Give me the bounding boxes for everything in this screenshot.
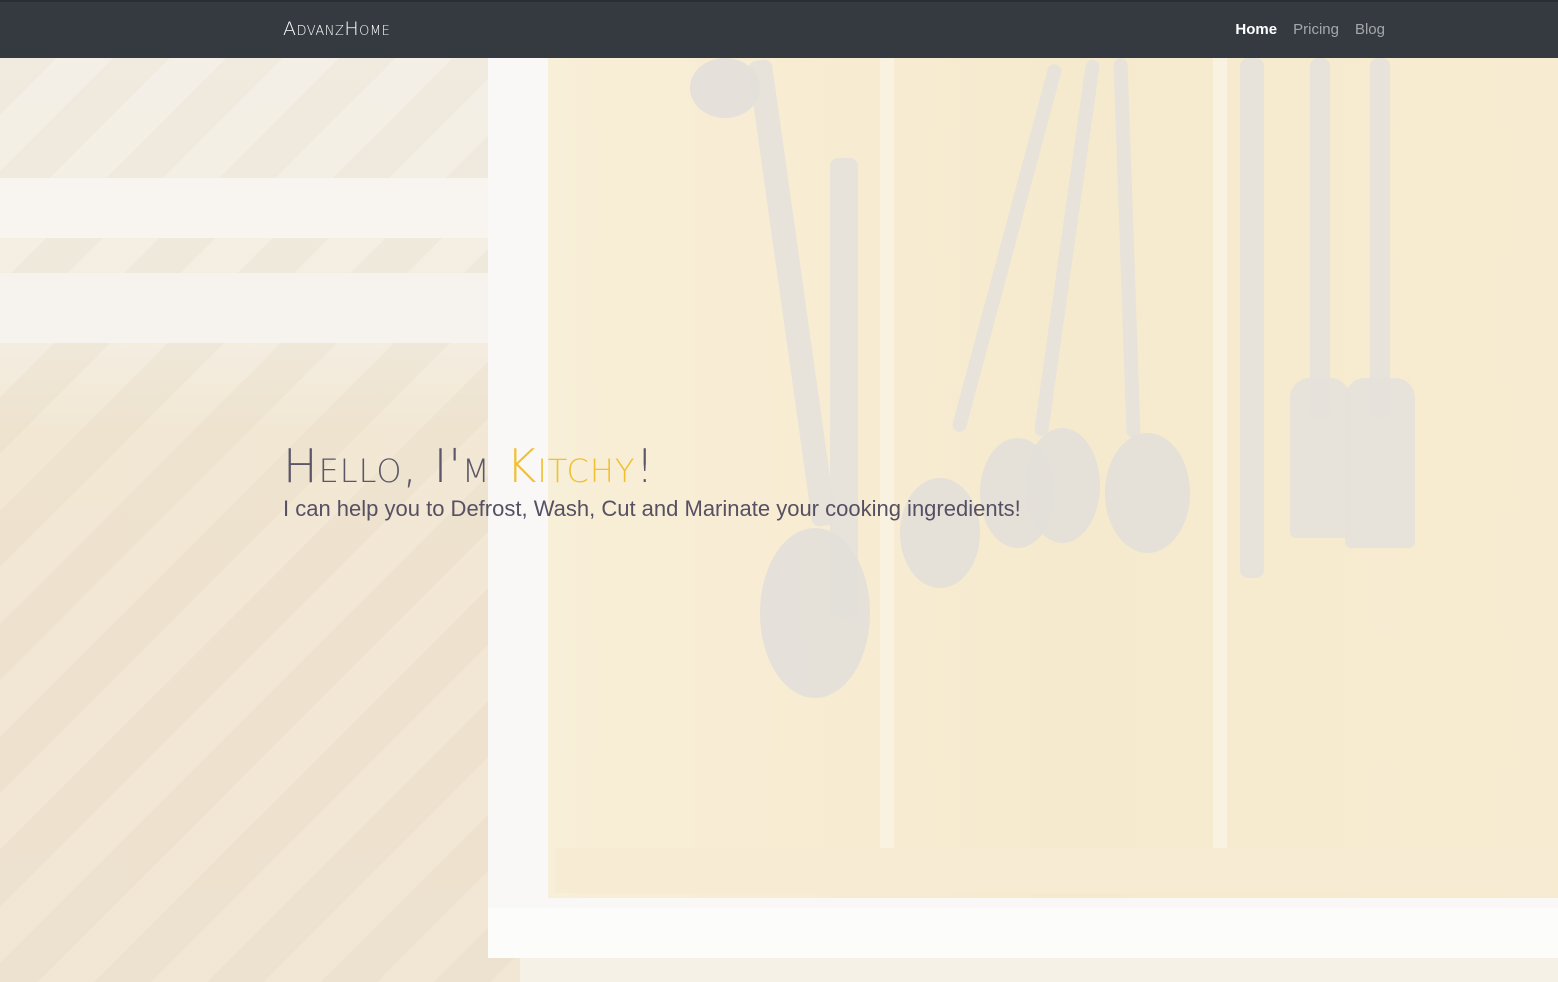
hero-title-accent: Kitchy: [506, 439, 636, 493]
hero-subtitle: I can help you to Defrost, Wash, Cut and…: [283, 496, 1021, 521]
hero-text: Hello, I'm Kitchy! I can help you to Def…: [283, 440, 1021, 522]
navbar: AdvanzHome Home Pricing Blog: [0, 0, 1558, 58]
nav-link-pricing[interactable]: Pricing: [1293, 21, 1339, 38]
brand-logo[interactable]: AdvanzHome: [283, 18, 390, 40]
hero-section: Hello, I'm Kitchy! I can help you to Def…: [0, 58, 1558, 982]
nav-link-home[interactable]: Home: [1235, 21, 1277, 38]
hero-title: Hello, I'm Kitchy!: [283, 440, 1021, 492]
nav-links: Home Pricing Blog: [1235, 21, 1385, 38]
hero-title-suffix: !: [635, 439, 655, 493]
page: AdvanzHome Home Pricing Blog Hello, I'm …: [0, 0, 1558, 982]
hero-title-prefix: Hello, I'm: [283, 439, 507, 493]
nav-link-blog[interactable]: Blog: [1355, 21, 1385, 38]
